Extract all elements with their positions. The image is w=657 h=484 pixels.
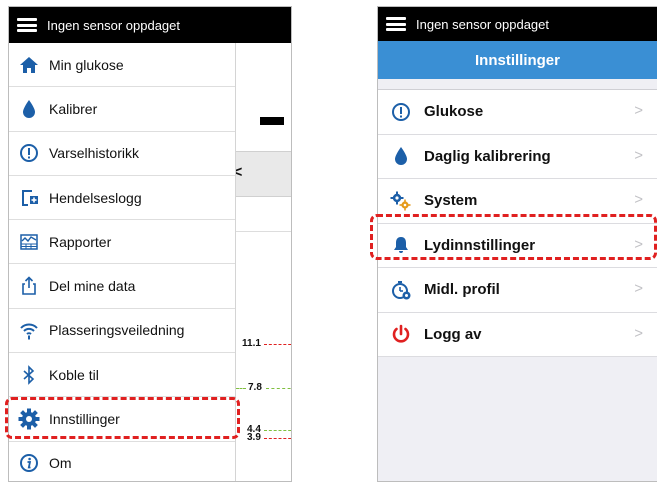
settings-item-label: System	[424, 192, 478, 210]
add-log-icon	[9, 188, 49, 208]
bluetooth-icon	[9, 364, 49, 385]
alert-circle-icon	[378, 102, 424, 122]
chevron-right-icon: >	[634, 324, 643, 342]
highlight-innstillinger	[5, 397, 240, 439]
nav-bar: Innstillinger	[378, 41, 657, 79]
menu-item-del-mine-data[interactable]: Del mine data	[9, 264, 235, 309]
menu-item-label: Rapporter	[49, 233, 112, 250]
menu-item-koble-til[interactable]: Koble til	[9, 353, 235, 398]
chevron-right-icon: >	[634, 102, 643, 119]
timer-profile-icon	[378, 279, 424, 301]
threshold-line-upper	[266, 388, 291, 389]
graph-divider	[236, 231, 291, 232]
menu-item-label: Plasseringsveiledning	[49, 322, 185, 339]
alert-circle-icon	[9, 143, 49, 163]
menu-item-rapporter[interactable]: Rapporter	[9, 220, 235, 265]
settings-item-logg-av[interactable]: Logg av >	[378, 313, 657, 357]
wireless-icon	[9, 320, 49, 340]
menu-item-label: Min glukose	[49, 56, 124, 73]
chevron-right-icon: >	[634, 280, 643, 297]
report-icon	[9, 232, 49, 252]
chevron-right-icon: >	[634, 191, 643, 208]
drop-icon	[9, 99, 49, 119]
menu-item-kalibrer[interactable]: Kalibrer	[9, 87, 235, 132]
chevron-right-icon: >	[634, 146, 643, 164]
hamburger-icon[interactable]	[386, 17, 406, 31]
page-title: Innstillinger	[474, 51, 560, 69]
threshold-line-upper	[236, 388, 246, 389]
menu-item-label: Del mine data	[49, 278, 136, 295]
menu-item-varselhistorikk[interactable]: Varselhistorikk	[9, 132, 235, 176]
threshold-line-lower	[264, 430, 291, 431]
menu-item-om[interactable]: Om	[9, 442, 235, 481]
threshold-value: 3.9	[247, 432, 261, 443]
settings-item-label: Logg av	[424, 325, 482, 343]
back-tab[interactable]: <	[233, 151, 291, 197]
menu-item-label: Om	[49, 455, 72, 472]
top-bar: Ingen sensor oppdaget	[378, 7, 657, 41]
menu-item-label: Koble til	[49, 366, 99, 383]
power-icon	[378, 324, 424, 344]
gears-icon	[378, 191, 424, 211]
menu-item-plasseringsveiledning[interactable]: Plasseringsveiledning	[9, 309, 235, 354]
glucose-dash	[260, 117, 284, 125]
threshold-line-high	[264, 344, 291, 345]
home-icon	[9, 55, 49, 75]
threshold-line-low	[264, 438, 291, 439]
info-icon	[9, 453, 49, 473]
highlight-lydinnstillinger	[370, 214, 657, 260]
settings-item-label: Midl. profil	[424, 281, 500, 299]
menu-item-hendelseslogg[interactable]: Hendelseslogg	[9, 176, 235, 221]
header-title: Ingen sensor oppdaget	[416, 16, 549, 32]
menu-item-min-glukose[interactable]: Min glukose	[9, 43, 235, 88]
drop-icon	[378, 146, 424, 166]
threshold-value: 11.1	[242, 338, 261, 349]
background-graph-pane: < 11.1 7.8 4.4 3.9	[233, 43, 291, 481]
settings-item-midl-profil[interactable]: Midl. profil >	[378, 268, 657, 313]
hamburger-icon[interactable]	[17, 18, 37, 32]
top-bar: Ingen sensor oppdaget	[9, 7, 291, 43]
header-title: Ingen sensor oppdaget	[47, 17, 180, 33]
settings-item-daglig-kalibrering[interactable]: Daglig kalibrering >	[378, 135, 657, 179]
menu-item-label: Hendelseslogg	[49, 189, 142, 206]
settings-item-label: Daglig kalibrering	[424, 147, 551, 165]
share-icon	[9, 276, 49, 296]
settings-item-label: Glukose	[424, 103, 484, 121]
menu-item-label: Kalibrer	[49, 100, 98, 117]
threshold-value: 7.8	[248, 382, 262, 393]
menu-item-label: Varselhistorikk	[49, 145, 139, 162]
settings-item-glukose[interactable]: Glukose >	[378, 90, 657, 135]
